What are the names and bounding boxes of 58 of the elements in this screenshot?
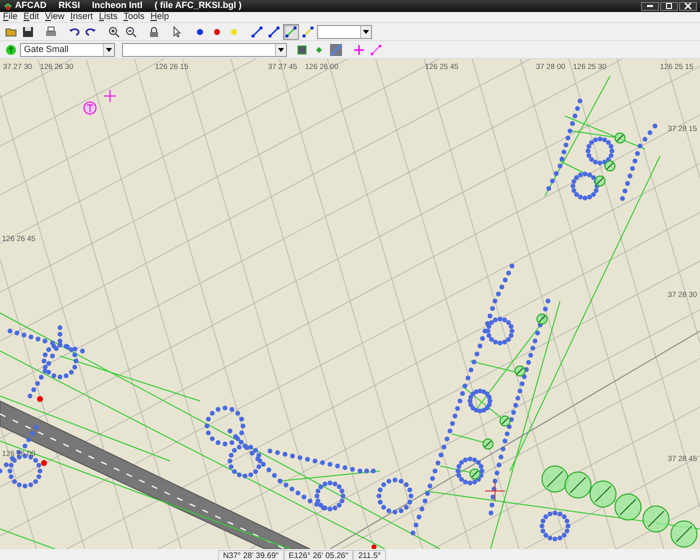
zoom-out-icon [125,26,137,38]
line-tool-button[interactable] [249,24,265,40]
minimize-icon [647,5,653,7]
dropdown-arrow-icon [106,48,112,52]
window-title: RKSI [58,0,80,12]
crosshair-icon [484,480,506,502]
zoom-in-icon [108,26,120,38]
printer-icon [45,26,57,38]
line-tool-button[interactable] [300,24,316,40]
line-segment-icon [285,26,297,38]
close-button[interactable] [679,2,697,10]
minimize-button[interactable] [641,2,659,10]
menu-item[interactable]: Insert [70,10,93,24]
folder-icon [5,26,17,38]
status-field: E126° 26' 05.26" [284,550,354,560]
menu-item[interactable]: View [45,10,64,24]
window-title: AFCAD [15,0,46,12]
dropdown[interactable]: Gate Small [20,42,115,56]
dropdown-arrow-icon [278,48,284,52]
redo-arrow-icon [85,26,97,38]
menu-item[interactable]: File [3,10,18,24]
square-nodes-icon [296,44,308,56]
node-icon [372,544,376,549]
padlock-icon [148,26,160,38]
line-segment-icon [268,26,280,38]
parking-spot-icon [542,466,568,492]
pointer-icon [171,26,183,38]
parking-spot-icon [614,494,642,520]
status-field: N37° 28' 39.69" [218,550,284,560]
diagonal-line-icon [330,44,342,56]
parking-spot-icon [670,520,698,548]
app-logo-icon [3,2,13,10]
add-line-button[interactable] [368,42,384,58]
plus-icon [353,44,365,56]
close-icon [684,2,692,10]
restore-icon [666,3,672,9]
menu-item[interactable]: Edit [24,10,40,24]
window-title: ( file AFC_RKSI.bgl ) [154,0,242,12]
line-segment-icon [251,26,263,38]
node-icon [37,396,43,402]
node-icon [41,460,47,466]
menu-item[interactable]: Tools [123,10,144,24]
parking-spot-icon [564,472,592,498]
line-tool-button[interactable] [283,24,299,40]
line-tool-button[interactable] [266,24,282,40]
undo-arrow-icon [68,26,80,38]
menu-item[interactable]: Help [150,10,169,24]
window-title: Incheon Intl [92,0,143,12]
dropdown-arrow-icon [363,30,369,34]
crosshair-icon [104,90,116,102]
diagonal-line-icon [370,44,382,56]
restore-button[interactable] [660,2,678,10]
parking-spot-icon [642,506,670,532]
status-field: 211.5° [353,550,386,560]
parking-spot-icon [590,480,616,508]
menu-item[interactable]: Lists [98,10,118,24]
link-tool-button[interactable] [328,42,344,58]
line-segment-icon [302,26,314,38]
